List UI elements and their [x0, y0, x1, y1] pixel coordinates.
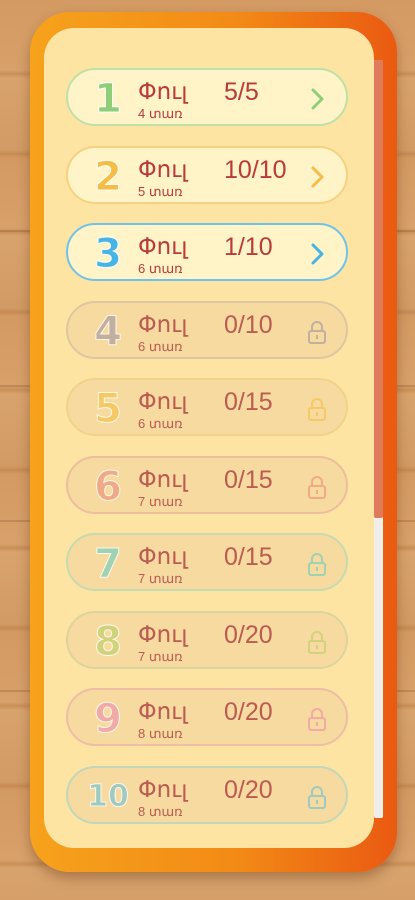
level-number: 5	[94, 386, 123, 433]
level-title: Փուլ	[138, 310, 188, 337]
level-subtitle: 6 տառ	[138, 416, 183, 431]
level-score: 0/20	[224, 698, 273, 726]
level-number: 10	[87, 778, 130, 814]
lock-icon	[306, 474, 328, 500]
level-number: 9	[94, 696, 123, 743]
level-title: Փուլ	[138, 78, 188, 104]
level-subtitle: 7 տառ	[138, 648, 183, 664]
level-title: Փուլ	[138, 775, 188, 802]
lock-icon	[306, 319, 328, 345]
level-title: Փուլ	[138, 388, 188, 414]
level-number: 4	[94, 308, 123, 355]
level-score: 1/10	[224, 233, 273, 261]
level-row: 7 Փուլ 0/15 7 տառ	[66, 533, 348, 591]
lock-icon	[306, 784, 328, 810]
scrollbar-track[interactable]	[374, 60, 383, 818]
level-title: Փուլ	[138, 698, 188, 724]
level-score: 0/15	[224, 543, 273, 571]
level-number: 1	[94, 76, 123, 123]
level-subtitle: 8 տառ	[138, 726, 183, 741]
level-number: 2	[94, 153, 123, 200]
level-score: 0/20	[224, 620, 273, 649]
level-row[interactable]: 3 Փուլ 1/10 6 տառ	[66, 223, 348, 281]
level-number: 3	[94, 231, 123, 278]
level-title: Փուլ	[138, 155, 188, 182]
level-subtitle: 7 տառ	[138, 493, 183, 509]
level-title: Փուլ	[138, 465, 188, 492]
level-score: 5/5	[224, 78, 259, 106]
level-score: 0/15	[224, 465, 273, 494]
level-row: 6 Փուլ 0/15 7 տառ	[66, 455, 348, 514]
lock-icon	[306, 551, 328, 577]
chevron-right-icon	[306, 241, 328, 267]
level-number: 8	[94, 618, 123, 665]
lock-icon	[306, 706, 328, 732]
chevron-right-icon	[306, 86, 328, 112]
level-subtitle: 6 տառ	[138, 261, 183, 276]
level-subtitle: 8 տառ	[138, 803, 183, 819]
level-row: 4 Փուլ 0/10 6 տառ	[66, 300, 348, 359]
level-row: 9 Փուլ 0/20 8 տառ	[66, 688, 348, 746]
scrollbar-thumb[interactable]	[374, 60, 383, 518]
lock-icon	[306, 629, 328, 655]
level-score: 0/20	[224, 775, 273, 804]
level-number: 7	[94, 541, 123, 588]
level-title: Փուլ	[138, 233, 188, 259]
level-score: 0/10	[224, 310, 273, 339]
level-score: 10/10	[224, 155, 287, 184]
level-row[interactable]: 2 Փուլ 10/10 5 տառ	[66, 145, 348, 204]
level-subtitle: 6 տառ	[138, 338, 183, 354]
level-number: 6	[94, 463, 123, 510]
level-row: 5 Փուլ 0/15 6 տառ	[66, 378, 348, 436]
level-title: Փուլ	[138, 543, 188, 569]
level-row: 10 Փուլ 0/20 8 տառ	[66, 765, 348, 824]
lock-icon	[306, 396, 328, 422]
level-title: Փուլ	[138, 620, 188, 647]
level-subtitle: 7 տառ	[138, 571, 183, 586]
level-row: 8 Փուլ 0/20 7 տառ	[66, 610, 348, 669]
level-subtitle: 4 տառ	[138, 106, 183, 121]
level-row[interactable]: 1 Փուլ 5/5 4 տառ	[66, 68, 348, 126]
level-subtitle: 5 տառ	[138, 183, 183, 199]
chevron-right-icon	[306, 164, 328, 190]
level-score: 0/15	[224, 388, 273, 416]
